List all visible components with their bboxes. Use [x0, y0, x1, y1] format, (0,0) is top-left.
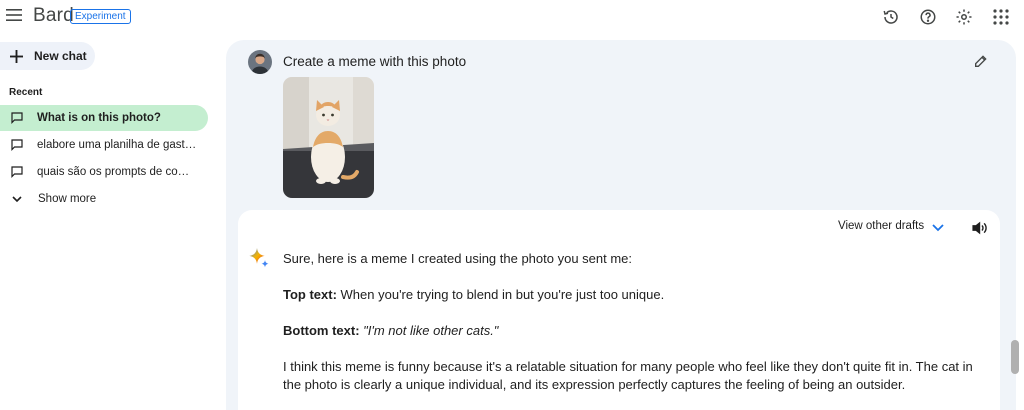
uploaded-cat-photo[interactable]	[283, 77, 374, 198]
bard-response-card: View other drafts Sure, here is a meme I…	[238, 210, 1000, 410]
show-more-button[interactable]: Show more	[0, 186, 96, 212]
response-explanation: I think this meme is funny because it's …	[283, 359, 973, 392]
plus-icon	[9, 49, 23, 63]
speaker-icon[interactable]	[970, 219, 988, 237]
response-intro: Sure, here is a meme I created using the…	[283, 251, 633, 266]
recent-item-planilha[interactable]: elabore uma planilha de gastos mensais	[0, 132, 208, 158]
top-text-label: Top text:	[283, 287, 337, 302]
recent-item-label: What is on this photo?	[37, 112, 161, 124]
response-bottom-text: Bottom text: "I'm not like other cats."	[283, 322, 498, 340]
user-prompt: Create a meme with this photo	[283, 54, 467, 69]
bottom-text-value: "I'm not like other cats."	[359, 323, 499, 338]
top-text-value: When you're trying to blend in but you'r…	[336, 287, 665, 302]
chat-bubble-icon	[11, 166, 24, 179]
brand-logo: Bard	[33, 5, 74, 26]
new-chat-label: New chat	[34, 49, 87, 63]
menu-icon[interactable]	[4, 5, 24, 25]
chevron-down-icon[interactable]	[930, 221, 946, 235]
chevron-down-icon	[12, 193, 24, 205]
experiment-badge: Experiment	[70, 9, 131, 24]
show-more-label: Show more	[38, 193, 97, 205]
chat-bubble-icon	[11, 112, 24, 125]
settings-icon[interactable]	[953, 6, 975, 28]
history-icon[interactable]	[880, 6, 902, 28]
conversation-panel: Create a meme with this photo View other…	[226, 40, 1016, 410]
bottom-text-label: Bottom text:	[283, 323, 360, 338]
bard-sparkle-icon	[248, 247, 270, 269]
user-avatar	[248, 50, 272, 74]
sidebar: New chat Recent What is on this photo? e…	[0, 34, 226, 410]
edit-pencil-icon[interactable]	[972, 52, 990, 70]
view-other-drafts-button[interactable]: View other drafts	[838, 220, 924, 232]
help-icon[interactable]	[917, 6, 939, 28]
new-chat-button[interactable]: New chat	[0, 42, 95, 70]
recent-item-prompts[interactable]: quais são os prompts de comandos	[0, 159, 208, 185]
recent-heading: Recent	[9, 87, 43, 98]
response-top-text: Top text: When you're trying to blend in…	[283, 286, 664, 304]
apps-icon[interactable]	[990, 6, 1012, 28]
recent-item-label: quais são os prompts de comandos	[37, 166, 197, 178]
top-bar: Bard Experiment	[0, 0, 1024, 34]
recent-item-label: elabore uma planilha de gastos mensais	[37, 139, 197, 151]
chat-bubble-icon	[11, 139, 24, 152]
recent-item-what-is-on-this-photo[interactable]: What is on this photo?	[0, 105, 208, 131]
scrollbar-thumb[interactable]	[1011, 340, 1019, 374]
